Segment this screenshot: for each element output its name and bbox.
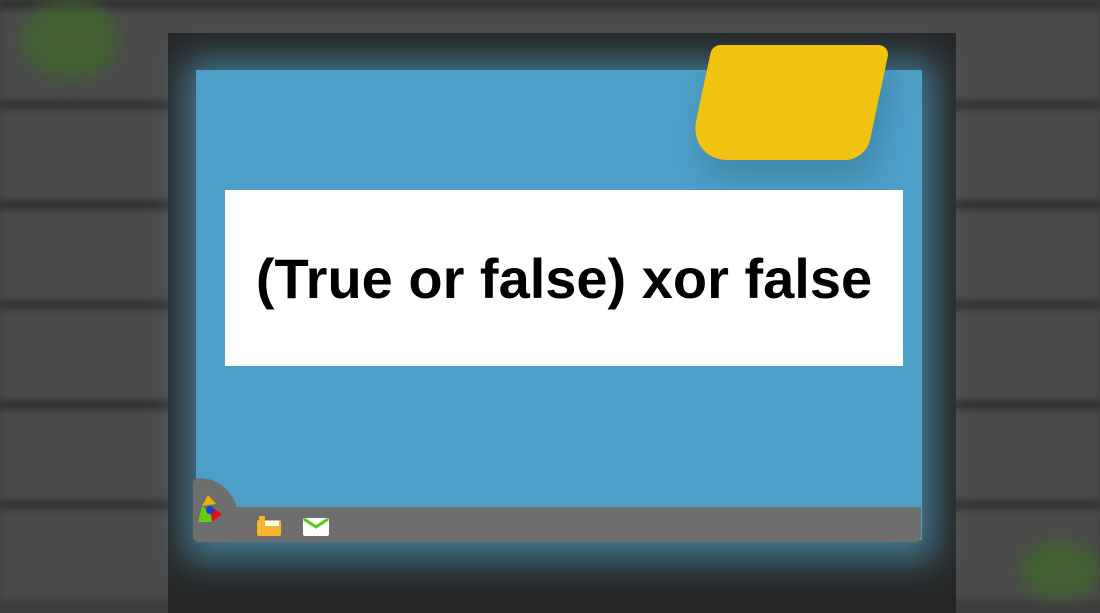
mail-icon[interactable] bbox=[301, 514, 331, 538]
start-logo-icon[interactable] bbox=[194, 492, 228, 526]
question-card: (True or false) xor false bbox=[225, 190, 903, 366]
moss bbox=[20, 0, 120, 80]
moss bbox=[1020, 540, 1100, 600]
question-text: (True or false) xor false bbox=[255, 246, 873, 310]
sticky-note bbox=[687, 45, 891, 160]
folder-icon[interactable] bbox=[255, 514, 283, 538]
